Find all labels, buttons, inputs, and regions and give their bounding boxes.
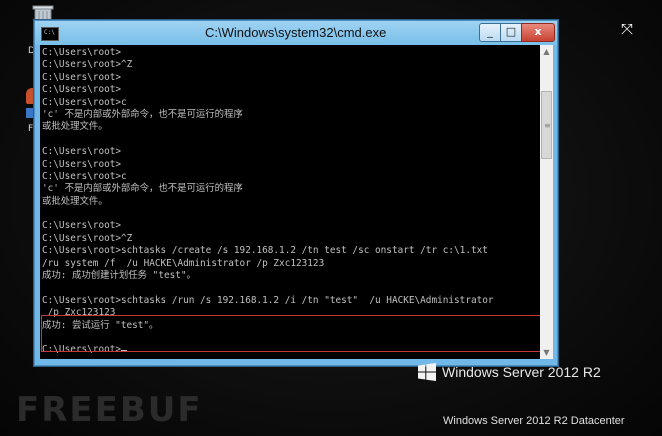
console-line: C:\Users\root> xyxy=(42,71,122,83)
scroll-up-arrow-icon[interactable]: ▲ xyxy=(540,45,553,58)
desktop-icon-fragment-2: F xyxy=(28,124,34,134)
console-line: C:\Users\root>schtasks /create /s 192.16… xyxy=(42,245,488,257)
console-line: 'c' 不是内部或外部命令，也不是可运行的程序 xyxy=(42,183,243,195)
cmd-window[interactable]: C:\ C:\Windows\system32\cmd.exe _ □ x C:… xyxy=(34,20,558,366)
close-button[interactable]: x xyxy=(521,23,555,42)
console-line: C:\Users\root>c xyxy=(42,170,127,182)
console-line: /ru system /f /u HACKE\Administrator /p … xyxy=(42,257,325,269)
cmd-icon[interactable]: C:\ xyxy=(41,27,59,41)
console-line: C:\Users\root> xyxy=(42,158,122,170)
console-line: C:\Users\root>schtasks /run /s 192.168.1… xyxy=(42,294,494,306)
title-bar[interactable]: C:\ C:\Windows\system32\cmd.exe _ □ x xyxy=(35,21,557,45)
console-line: C:\Users\root> xyxy=(42,47,122,58)
scrollbar-grip-icon: ≡ xyxy=(544,121,551,130)
console-line: 或批处理文件。 xyxy=(42,121,108,133)
watermark-logo: FREEBUF xyxy=(16,390,203,430)
windows-logo-icon xyxy=(418,363,436,381)
minimize-button[interactable]: _ xyxy=(479,23,501,42)
console-line: 或批处理文件。 xyxy=(42,195,108,207)
os-edition-label: Windows Server 2012 R2 Datacenter xyxy=(443,415,625,427)
console-output[interactable]: C:\Users\root> C:\Users\root>^Z C:\Users\r… xyxy=(40,45,540,359)
console-line: 'c' 不是内部或外部命令，也不是可运行的程序 xyxy=(42,108,243,120)
window-title: C:\Windows\system32\cmd.exe xyxy=(205,25,387,40)
scrollbar-thumb[interactable]: ≡ xyxy=(541,91,552,159)
console-line: C:\Users\root> xyxy=(42,146,122,158)
console-line: C:\Users\root>^Z xyxy=(42,59,133,71)
fullscreen-icon[interactable]: ⤧ xyxy=(612,14,642,44)
vertical-scrollbar[interactable]: ▲ ≡ ▼ xyxy=(540,45,553,359)
console-line: C:\Users\root>c xyxy=(42,96,127,108)
console-line: C:\Users\root> xyxy=(42,84,122,96)
console-line: C:\Users\root>^Z xyxy=(42,232,133,244)
console-line: 成功: 成功创建计划任务 "test"。 xyxy=(42,270,196,282)
cmd-icon-label: C:\ xyxy=(44,29,55,36)
windows-server-brand: Windows Server 2012 R2 xyxy=(442,364,601,380)
console-text: C:\Users\root> C:\Users\root>^Z C:\Users\r… xyxy=(42,47,494,357)
maximize-button[interactable]: □ xyxy=(500,23,522,42)
console-line: C:\Users\root> xyxy=(42,220,122,232)
scroll-down-arrow-icon[interactable]: ▼ xyxy=(540,346,553,359)
highlight-annotation xyxy=(41,315,540,352)
